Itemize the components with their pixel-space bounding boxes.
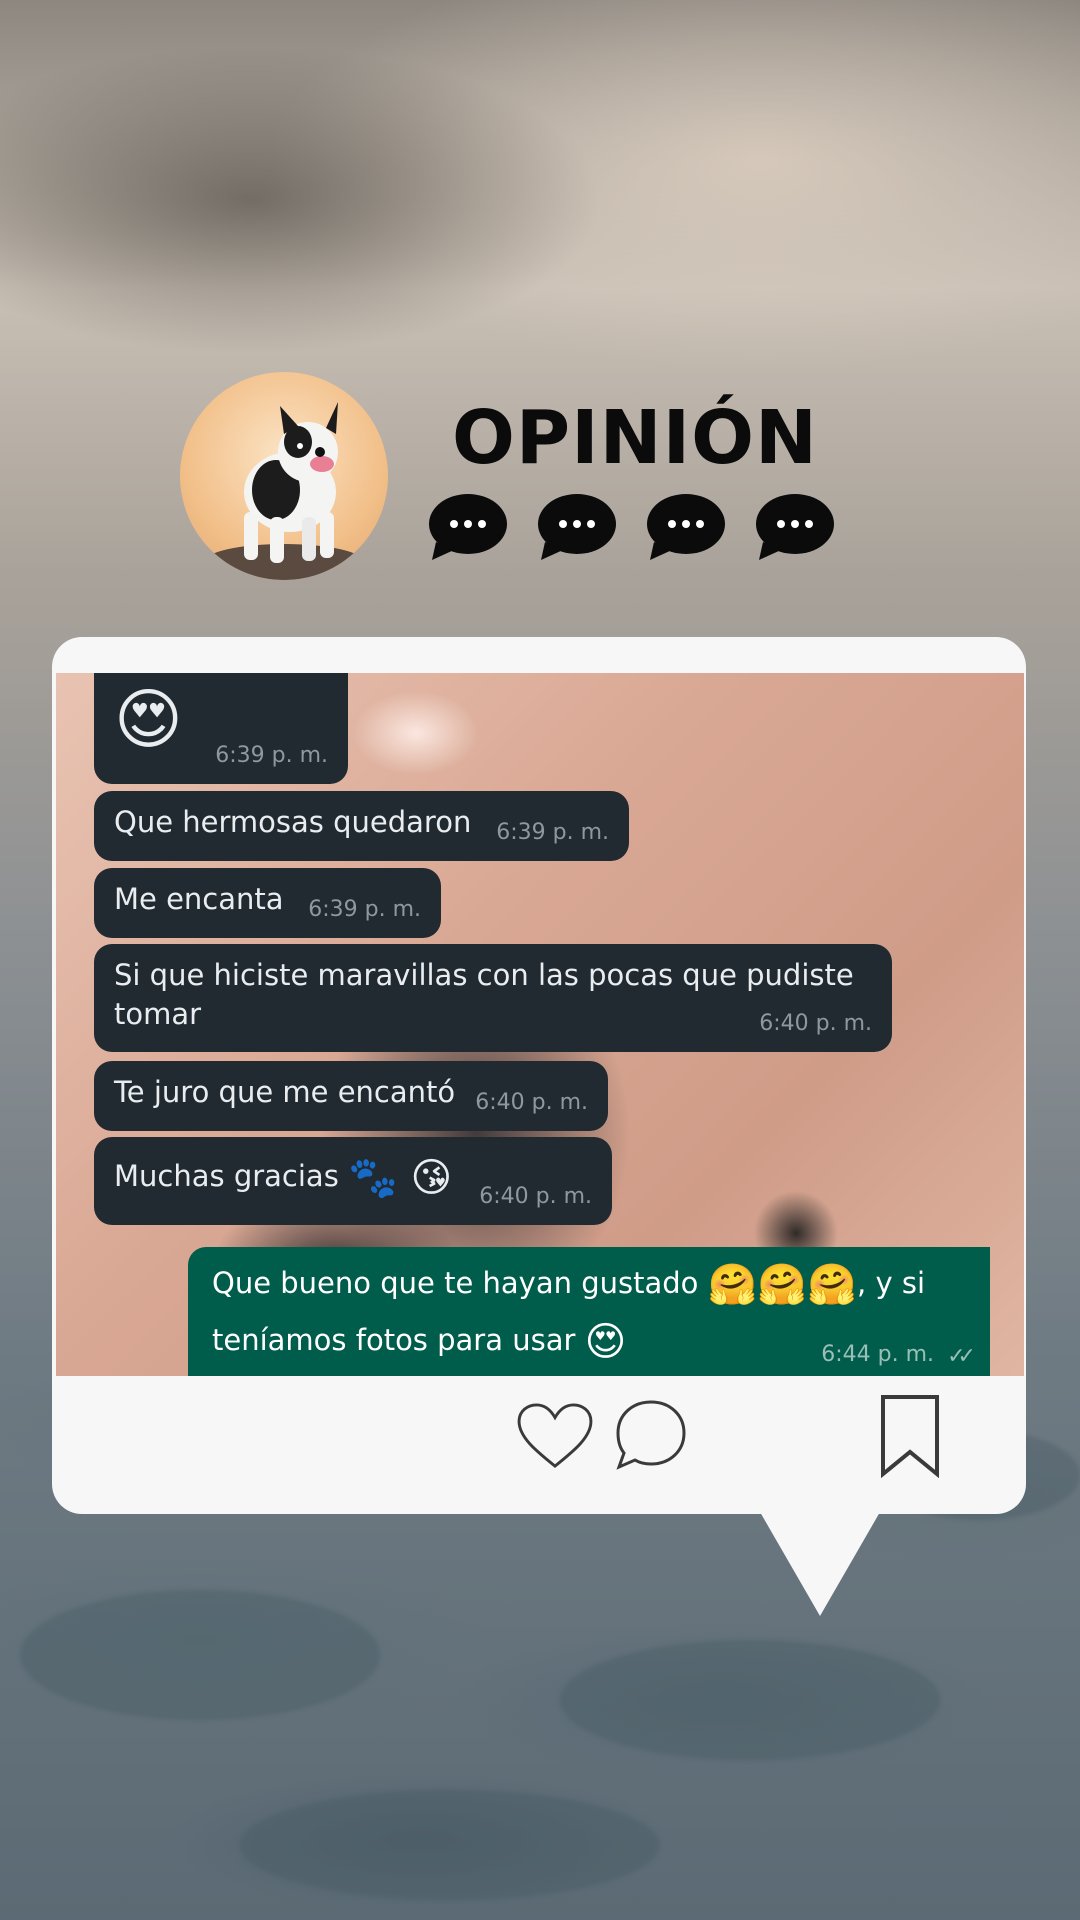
message-bubble-outgoing: Que bueno que te hayan gustado 🤗🤗🤗, y si… (188, 1247, 990, 1376)
comment-icon[interactable] (614, 1398, 688, 1472)
dog-avatar-icon (180, 372, 388, 580)
message-time: 6:40 p. m. (479, 1184, 592, 1209)
message-time: 6:39 p. m. (308, 897, 421, 922)
message-emoji: 😍 (584, 1319, 627, 1365)
background-stone (560, 1640, 940, 1760)
message-bubble-incoming: Que hermosas quedaron 6:39 p. m. (94, 791, 629, 861)
background-stone (20, 1590, 380, 1720)
read-receipt-icon: ✓✓ (947, 1344, 976, 1369)
message-time: 6:40 p. m. (475, 1090, 588, 1115)
heart-icon[interactable] (516, 1402, 594, 1470)
message-emoji: 🐾 😘 (348, 1155, 453, 1201)
message-time: 6:39 p. m. (496, 820, 609, 845)
message-emoji: 🤗🤗🤗 (707, 1262, 858, 1308)
message-text-line2: teníamos fotos para usar (212, 1323, 576, 1357)
typing-bubble-icon (647, 494, 725, 560)
message-text: Te juro que me encantó (114, 1075, 456, 1109)
message-emoji: 😍 (114, 681, 183, 758)
typing-indicators (428, 492, 835, 562)
bookmark-icon[interactable] (878, 1394, 942, 1478)
message-text-continued: , y si (857, 1266, 926, 1300)
message-time: 6:40 p. m. (759, 1011, 872, 1036)
message-text: Que hermosas quedaron (114, 805, 472, 839)
background-stone (240, 1790, 660, 1900)
message-time: 6:44 p. m. (821, 1342, 934, 1367)
message-text: Que bueno que te hayan gustado (212, 1266, 699, 1300)
message-text: Me encanta (114, 882, 284, 916)
message-bubble-incoming: Muchas gracias 🐾 😘 6:40 p. m. (94, 1137, 612, 1225)
chat-screenshot: 😍 6:39 p. m. Que hermosas quedaron 6:39 … (56, 673, 1024, 1376)
typing-bubble-icon (429, 494, 507, 560)
message-bubble-incoming: Te juro que me encantó 6:40 p. m. (94, 1061, 608, 1131)
message-time: 6:39 p. m. (215, 743, 328, 768)
message-bubble-incoming: Si que hiciste maravillas con las pocas … (94, 944, 892, 1052)
message-bubble-incoming: 😍 6:39 p. m. (94, 673, 348, 784)
typing-bubble-icon (756, 494, 834, 560)
typing-bubble-icon (538, 494, 616, 560)
message-line: Que bueno que te hayan gustado 🤗🤗🤗, y si (212, 1255, 966, 1312)
message-text: Muchas gracias (114, 1159, 339, 1193)
message-bubble-incoming: Me encanta 6:39 p. m. (94, 868, 441, 938)
page-title: OPINIÓN (452, 395, 818, 481)
card-pointer (760, 1512, 880, 1616)
